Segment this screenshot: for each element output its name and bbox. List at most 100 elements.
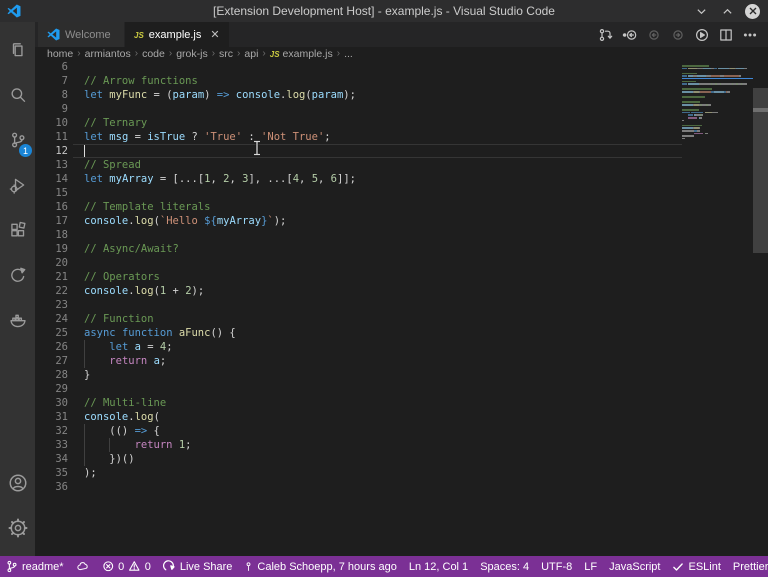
code-line-17[interactable]: 17console.log(`Hello ${myArray}`); — [35, 214, 768, 228]
code-line-21[interactable]: 21// Operators — [35, 270, 768, 284]
line-number: 30 — [35, 396, 84, 410]
code-line-35[interactable]: 35); — [35, 466, 768, 480]
first-change-icon[interactable] — [622, 27, 638, 43]
line-number: 9 — [35, 102, 84, 116]
indent-guide — [84, 452, 85, 466]
minimap[interactable] — [682, 62, 753, 142]
editor-scrollbar[interactable] — [753, 60, 768, 556]
maximize-button chevron-up-icon[interactable] — [719, 3, 735, 19]
code-line-23[interactable]: 23 — [35, 298, 768, 312]
activity-bar-item run-debug-icon[interactable] — [0, 162, 35, 207]
line-number: 28 — [35, 368, 84, 382]
code-line-8[interactable]: 8let myFunc = (param) => console.log(par… — [35, 88, 768, 102]
activity-bar-item source-control-icon[interactable]: 1 — [0, 117, 35, 162]
minimize-button chevron-down-icon[interactable] — [693, 3, 709, 19]
code-line-13[interactable]: 13// Spread — [35, 158, 768, 172]
code-line-24[interactable]: 24// Function — [35, 312, 768, 326]
code-line-11[interactable]: 11let msg = isTrue ? 'True' : 'Not True'… — [35, 130, 768, 144]
js-file-icon: JS — [270, 48, 283, 60]
encoding-status[interactable]: UTF-8 — [535, 556, 578, 577]
code-line-18[interactable]: 18 — [35, 228, 768, 242]
code-line-20[interactable]: 20 — [35, 256, 768, 270]
line-content: let myFunc = (param) => console.log(para… — [84, 88, 768, 102]
code-line-36[interactable]: 36 — [35, 480, 768, 494]
activity-bar-item extensions-icon[interactable] — [0, 207, 35, 252]
live-share-status[interactable]: Live Share — [157, 556, 239, 577]
line-number: 19 — [35, 242, 84, 256]
line-content: console.log(1 + 2); — [84, 284, 768, 298]
language-status[interactable]: JavaScript — [603, 556, 666, 577]
code-line-10[interactable]: 10// Ternary — [35, 116, 768, 130]
check-icon — [672, 561, 684, 573]
code-line-7[interactable]: 7// Arrow functions — [35, 74, 768, 88]
line-number: 36 — [35, 480, 84, 494]
breadcrumb-item-armiantos[interactable]: armiantos — [85, 48, 131, 60]
code-line-34[interactable]: 34 })() — [35, 452, 768, 466]
status-bar: readme*00Live Share Caleb Schoepp, 7 hou… — [0, 556, 768, 577]
code-line-33[interactable]: 33 return 1; — [35, 438, 768, 452]
cursor-position-status[interactable]: Ln 12, Col 1 — [403, 556, 474, 577]
line-number: 17 — [35, 214, 84, 228]
tab-welcome[interactable]: Welcome — [38, 22, 124, 47]
activity-bar-item settings-gear-icon[interactable] — [0, 505, 35, 550]
activity-bar-item live-share-icon[interactable] — [0, 252, 35, 297]
problems-status-label: 0 — [118, 561, 124, 573]
breadcrumb-item-grok-js[interactable]: grok-js — [176, 48, 208, 60]
line-number: 16 — [35, 200, 84, 214]
code-line-31[interactable]: 31console.log( — [35, 410, 768, 424]
code-line-19[interactable]: 19// Async/Await? — [35, 242, 768, 256]
activity-bar-item explorer-icon[interactable] — [0, 27, 35, 72]
indentation-status[interactable]: Spaces: 4 — [474, 556, 535, 577]
code-line-27[interactable]: 27 return a; — [35, 354, 768, 368]
more-actions-icon[interactable] — [742, 27, 758, 43]
code-editor[interactable]: 67// Arrow functions8let myFunc = (param… — [35, 60, 768, 556]
code-line-29[interactable]: 29 — [35, 382, 768, 396]
activity-bar-item docker-icon[interactable] — [0, 297, 35, 342]
open-changes-icon[interactable] — [598, 27, 614, 43]
previous-change-icon[interactable] — [646, 27, 662, 43]
breadcrumb-item-code[interactable]: code — [142, 48, 165, 60]
breadcrumb-item-example-js[interactable]: example.js — [283, 48, 333, 60]
code-line-26[interactable]: 26 let a = 4; — [35, 340, 768, 354]
breadcrumb-separator: › — [77, 48, 80, 59]
run-icon[interactable] — [694, 27, 710, 43]
code-line-25[interactable]: 25async function aFunc() { — [35, 326, 768, 340]
scrollbar-thumb[interactable] — [753, 88, 768, 253]
tab-example-js[interactable]: JSexample.js✕ — [125, 22, 229, 47]
problems-status[interactable]: 00 — [96, 556, 157, 577]
scm-branch-status[interactable]: readme* — [0, 556, 70, 577]
scm-branch-status-label: readme* — [22, 561, 64, 573]
split-editor-icon[interactable] — [718, 27, 734, 43]
code-line-9[interactable]: 9 — [35, 102, 768, 116]
code-line-14[interactable]: 14let myArray = [...[1, 2, 3], ...[4, 5,… — [35, 172, 768, 186]
activity-bar-item search-icon[interactable] — [0, 72, 35, 117]
close-button close-icon[interactable] — [745, 4, 760, 19]
problems-status-label: 0 — [145, 561, 151, 573]
code-line-30[interactable]: 30// Multi-line — [35, 396, 768, 410]
breadcrumb-item--[interactable]: ... — [344, 48, 353, 60]
git-blame-status[interactable]: Caleb Schoepp, 7 hours ago — [238, 556, 402, 577]
code-line-22[interactable]: 22console.log(1 + 2); — [35, 284, 768, 298]
breadcrumb-item-src[interactable]: src — [219, 48, 233, 60]
next-change-icon[interactable] — [670, 27, 686, 43]
prettier-status[interactable]: Prettier — [727, 556, 768, 577]
activity-bar-item account-icon[interactable] — [0, 460, 35, 505]
breadcrumb-item-api[interactable]: api — [244, 48, 258, 60]
code-line-12[interactable]: 12 — [35, 144, 768, 158]
sync-status[interactable] — [70, 556, 96, 577]
eol-status[interactable]: LF — [578, 556, 603, 577]
eslint-status[interactable]: ESLint — [666, 556, 726, 577]
line-number: 23 — [35, 298, 84, 312]
line-number: 25 — [35, 326, 84, 340]
minimap-current-line — [682, 78, 753, 80]
code-line-28[interactable]: 28} — [35, 368, 768, 382]
code-line-32[interactable]: 32 (() => { — [35, 424, 768, 438]
line-content: })() — [84, 452, 768, 466]
breadcrumb-item-home[interactable]: home — [47, 48, 73, 60]
line-number: 15 — [35, 186, 84, 200]
code-line-6[interactable]: 6 — [35, 60, 768, 74]
line-content — [84, 228, 768, 242]
code-line-16[interactable]: 16// Template literals — [35, 200, 768, 214]
tab-close-icon[interactable]: ✕ — [210, 28, 219, 41]
code-line-15[interactable]: 15 — [35, 186, 768, 200]
